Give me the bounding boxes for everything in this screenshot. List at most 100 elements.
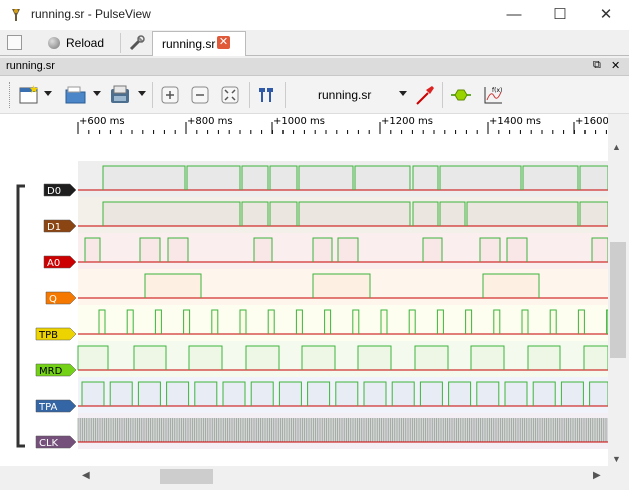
high-fill (584, 346, 608, 370)
zoom-in-icon[interactable] (159, 84, 181, 106)
chevron-down-icon[interactable] (93, 91, 101, 96)
channel-label: CLK (39, 438, 59, 449)
add-math-signal-icon[interactable]: f(x) (482, 84, 504, 106)
high-fill (409, 310, 416, 334)
high-fill (85, 238, 100, 262)
close-tab-icon[interactable]: ✕ (217, 36, 230, 49)
close-dock-icon[interactable]: ✕ (611, 59, 620, 72)
high-fill (578, 310, 585, 334)
channel-label: A0 (47, 258, 60, 269)
ruler-tick-label: +1000 ms (273, 116, 325, 127)
chevron-down-icon[interactable] (399, 91, 407, 96)
vertical-scrollbar[interactable]: ▲ ▼ (608, 134, 629, 466)
pulseview-app-icon (8, 7, 24, 23)
high-fill (138, 382, 161, 406)
float-dock-icon[interactable]: ⧉ (593, 59, 601, 72)
high-fill (279, 382, 302, 406)
trace-canvas[interactable]: +600 ms +800 ms +1000 ms +1200 ms +1400 ms +1… (0, 114, 608, 466)
device-select[interactable]: running.sr (318, 88, 371, 102)
high-fill (242, 166, 268, 190)
high-fill (145, 274, 201, 298)
add-decoder-icon[interactable] (450, 84, 472, 106)
high-fill (493, 310, 500, 334)
high-fill (533, 382, 556, 406)
horizontal-scrollbar[interactable]: ◀ ▶ (78, 466, 608, 486)
scroll-left-icon[interactable]: ◀ (82, 470, 90, 481)
high-fill (335, 382, 358, 406)
high-fill (296, 310, 303, 334)
open-file-icon[interactable] (65, 84, 87, 106)
high-fill (338, 238, 358, 262)
high-fill (467, 202, 578, 226)
toolbar-grip (9, 82, 11, 108)
channel-label: D0 (47, 186, 61, 197)
scroll-down-icon[interactable]: ▼ (612, 454, 621, 464)
high-fill (507, 238, 527, 262)
high-fill (211, 310, 218, 334)
zoom-out-icon[interactable] (189, 84, 211, 106)
high-fill (254, 238, 272, 262)
zoom-fit-icon[interactable] (219, 84, 241, 106)
high-fill (589, 382, 608, 406)
high-fill (522, 310, 528, 334)
high-fill (580, 202, 608, 226)
high-fill (166, 382, 189, 406)
save-icon[interactable] (109, 84, 131, 106)
probe-config-icon[interactable] (414, 84, 436, 106)
high-fill (270, 202, 297, 226)
window-title: running.sr - PulseView (31, 7, 151, 21)
high-fill (392, 382, 415, 406)
dock-header (0, 58, 629, 76)
high-fill (110, 382, 133, 406)
tools-icon[interactable] (128, 34, 146, 52)
high-fill (155, 310, 162, 334)
high-fill (355, 166, 410, 190)
ruler-tick-label: +1400 ms (489, 116, 541, 127)
chevron-down-icon[interactable] (44, 91, 52, 96)
high-fill (251, 382, 274, 406)
new-view-icon[interactable] (18, 84, 40, 106)
high-fill (78, 346, 108, 370)
high-fill (313, 238, 332, 262)
toolbar-separator (249, 82, 250, 108)
ruler-tick-label: +1200 ms (381, 116, 433, 127)
toolbar-separator (285, 82, 286, 108)
high-fill (187, 166, 240, 190)
high-fill (103, 202, 240, 226)
show-cursors-icon[interactable] (255, 84, 277, 106)
maximize-button[interactable]: ☐ (537, 0, 583, 30)
high-fill (381, 310, 387, 334)
high-fill (483, 274, 539, 298)
high-fill (420, 382, 443, 406)
trace-view[interactable]: +600 ms +800 ms +1000 ms +1200 ms +1400 ms +1… (0, 114, 608, 466)
toolbar-separator (152, 82, 153, 108)
chevron-down-icon[interactable] (138, 91, 146, 96)
scroll-up-icon[interactable]: ▲ (612, 142, 621, 152)
vertical-scroll-thumb[interactable] (610, 242, 626, 358)
document-tab-label: running.sr (162, 37, 216, 51)
high-fill (134, 346, 166, 370)
high-fill (240, 310, 246, 334)
high-fill (299, 166, 353, 190)
high-fill (223, 382, 245, 406)
tab-separator (120, 33, 121, 53)
close-window-button[interactable]: ✕ (583, 0, 629, 30)
high-fill (592, 238, 608, 262)
high-fill (307, 382, 330, 406)
channel-label: TPA (38, 402, 57, 413)
channel-label: MRD (39, 366, 63, 377)
new-session-icon[interactable] (7, 35, 22, 50)
high-fill (168, 238, 188, 262)
high-fill (561, 382, 584, 406)
minimize-button[interactable]: — (491, 0, 537, 30)
reload-button[interactable]: Reload (66, 30, 104, 56)
high-fill (82, 382, 104, 406)
dock-title: running.sr (6, 60, 55, 72)
high-fill (313, 274, 370, 298)
high-fill (324, 310, 331, 334)
high-fill (523, 166, 578, 190)
horizontal-scroll-thumb[interactable] (160, 469, 213, 484)
high-fill (465, 310, 472, 334)
toolbar-separator (442, 82, 443, 108)
scroll-right-icon[interactable]: ▶ (593, 470, 601, 481)
